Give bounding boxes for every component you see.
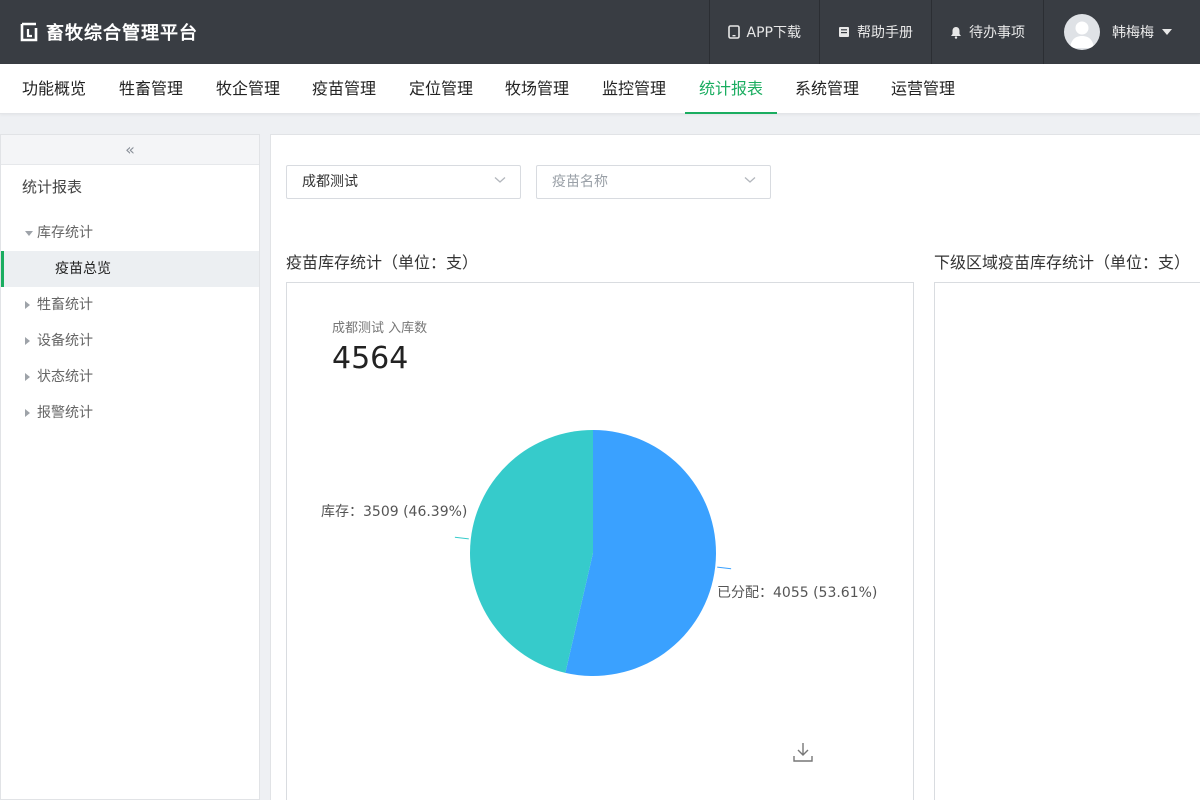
triangle-right-icon <box>25 409 30 417</box>
triangle-right-icon <box>25 373 30 381</box>
vaccine-name-placeholder: 疫苗名称 <box>552 174 608 190</box>
chevron-down-icon <box>494 177 506 183</box>
nav-item-reports[interactable]: 统计报表 <box>685 64 777 114</box>
sidebar-group-label: 库存统计 <box>37 225 93 241</box>
todo-button[interactable]: 待办事项 <box>931 0 1043 64</box>
logo-icon <box>20 22 38 42</box>
vaccine-stock-panel: 成都测试 入库数 4564 库存：3509 (46.39%) 已分配：4055 … <box>286 282 914 800</box>
app-download-button[interactable]: APP下载 <box>708 0 819 64</box>
pie-label-allocated: 已分配：4055 (53.61%) <box>717 585 878 601</box>
top-bar: 畜牧综合管理平台 APP下载 帮助手册 待办事项 韩梅梅 <box>0 0 1200 64</box>
book-icon <box>839 27 849 37</box>
sidebar-group-inventory[interactable]: 库存统计 <box>1 215 259 251</box>
double-chevron-left-icon: « <box>125 140 135 159</box>
user-avatar-icon <box>1070 21 1094 48</box>
caret-down-icon <box>1162 29 1172 35</box>
nav-item-location[interactable]: 定位管理 <box>394 64 488 114</box>
nav-item-overview[interactable]: 功能概览 <box>0 64 108 114</box>
help-manual-button[interactable]: 帮助手册 <box>819 0 931 64</box>
nav-item-enterprise[interactable]: 牧企管理 <box>201 64 295 114</box>
sidebar-group-label: 牲畜统计 <box>37 297 93 313</box>
pie-leader-line <box>454 536 469 540</box>
app-title: 畜牧综合管理平台 <box>46 23 198 44</box>
vaccine-name-select[interactable]: 疫苗名称 <box>536 165 771 199</box>
sidebar-group-alarm[interactable]: 报警统计 <box>1 395 259 431</box>
chevron-down-icon <box>744 177 756 183</box>
app-download-label: APP下载 <box>746 25 801 41</box>
download-icon[interactable] <box>792 741 814 763</box>
pie-leader-line <box>717 566 732 570</box>
nav-item-livestock[interactable]: 牲畜管理 <box>104 64 198 114</box>
sidebar-group-status[interactable]: 状态统计 <box>1 359 259 395</box>
nav-item-system[interactable]: 系统管理 <box>780 64 874 114</box>
triangle-right-icon <box>25 301 30 309</box>
todo-label: 待办事项 <box>969 25 1025 41</box>
sidebar-item-label: 疫苗总览 <box>55 261 111 277</box>
tablet-icon <box>727 25 740 39</box>
nav-item-operations[interactable]: 运营管理 <box>876 64 970 114</box>
region-select-value: 成都测试 <box>302 174 358 190</box>
sidebar-title: 统计报表 <box>22 178 83 196</box>
subregion-stock-panel <box>934 282 1200 800</box>
sidebar: « 统计报表 库存统计 疫苗总览 牲畜统计 设备统计 状态统计 报警统计 <box>0 134 260 800</box>
nav-item-ranch[interactable]: 牧场管理 <box>490 64 584 114</box>
bell-icon <box>951 26 961 39</box>
sidebar-item-vaccine-overview[interactable]: 疫苗总览 <box>1 251 259 287</box>
main-content: 成都测试 疫苗名称 疫苗库存统计（单位：支） 下级区域疫苗库存统计（单位：支） … <box>270 134 1200 800</box>
sidebar-group-livestock[interactable]: 牲畜统计 <box>1 287 259 323</box>
sidebar-group-label: 设备统计 <box>37 333 93 349</box>
sidebar-collapse-button[interactable]: « <box>1 135 259 165</box>
nav-item-vaccine[interactable]: 疫苗管理 <box>297 64 391 114</box>
subregion-stock-title: 下级区域疫苗库存统计（单位：支） <box>934 253 1191 272</box>
sidebar-group-label: 状态统计 <box>37 369 93 385</box>
pie-label-stock: 库存：3509 (46.39%) <box>321 504 468 520</box>
help-manual-label: 帮助手册 <box>857 25 913 41</box>
sidebar-group-label: 报警统计 <box>37 405 93 421</box>
pie-chart <box>454 430 732 676</box>
user-name: 韩梅梅 <box>1112 25 1154 41</box>
app-logo[interactable]: 畜牧综合管理平台 <box>20 20 198 44</box>
sidebar-group-device[interactable]: 设备统计 <box>1 323 259 359</box>
vaccine-stock-title: 疫苗库存统计（单位：支） <box>286 253 479 272</box>
avatar <box>1064 14 1100 50</box>
nav-item-monitor[interactable]: 监控管理 <box>587 64 681 114</box>
triangle-down-icon <box>25 231 33 236</box>
triangle-right-icon <box>25 337 30 345</box>
user-menu[interactable]: 韩梅梅 <box>1043 0 1200 64</box>
region-select[interactable]: 成都测试 <box>286 165 521 199</box>
main-nav: 功能概览 牲畜管理 牧企管理 疫苗管理 定位管理 牧场管理 监控管理 统计报表 … <box>0 64 1200 114</box>
